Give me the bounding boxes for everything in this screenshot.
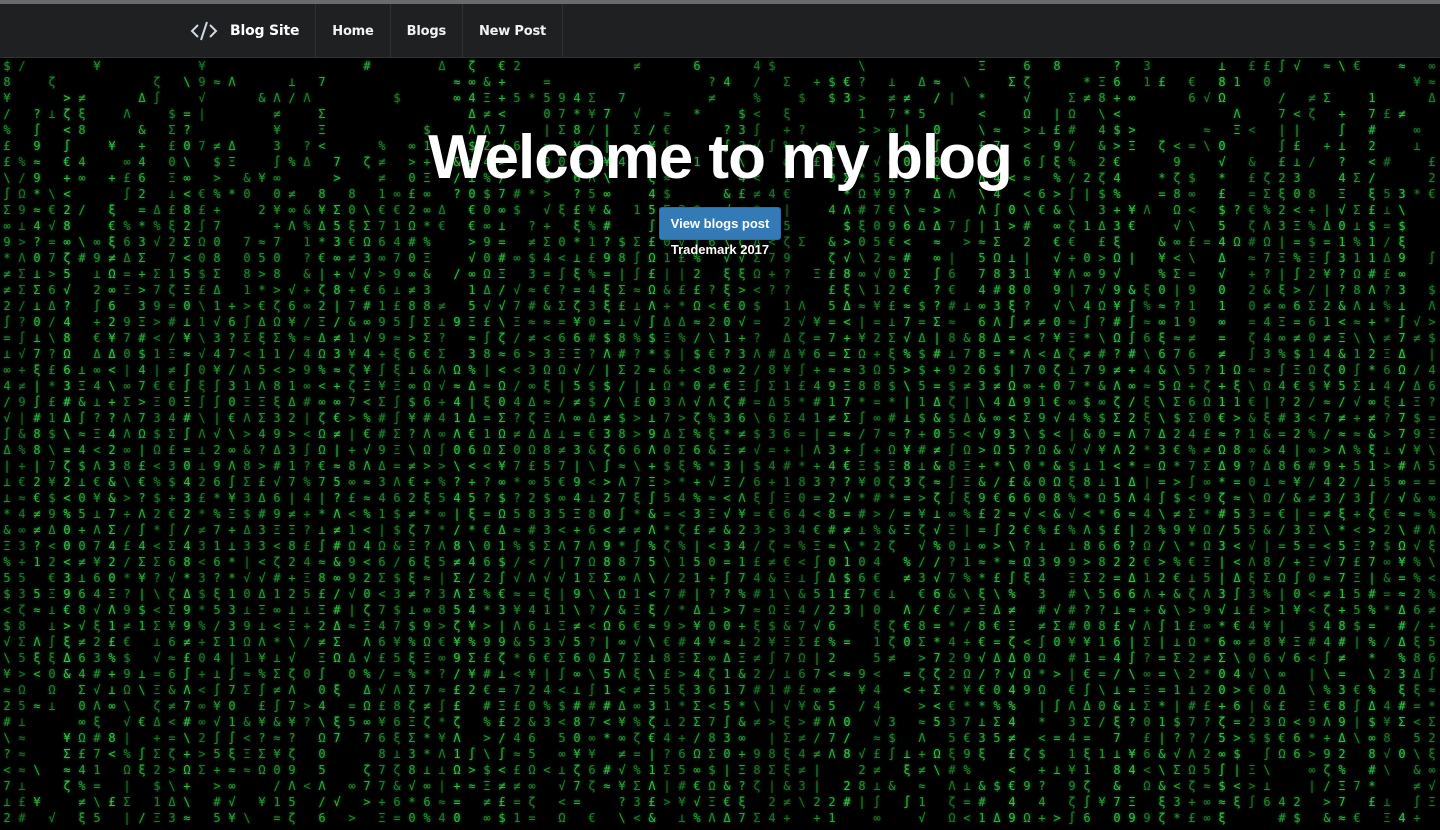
navbar-inner: Blog Site Home Blogs New Post — [176, 4, 564, 58]
navbar: Blog Site Home Blogs New Post — [0, 4, 1440, 58]
nav-link-new-post[interactable]: New Post — [463, 4, 564, 58]
hero-section: $ 8 ¥ / % £ £ \ ∫ Σ ∞ 9 * ≠ ≠ 2 ∫ = ⊥ ∞ … — [0, 58, 1440, 830]
nav-link-home[interactable]: Home — [316, 4, 391, 58]
hero-title: Welcome to my blog — [428, 123, 1013, 192]
view-blogs-button[interactable]: View blogs post — [659, 207, 781, 240]
nav-link-blogs[interactable]: Blogs — [391, 4, 463, 58]
trademark-text: Trademark 2017 — [670, 242, 770, 257]
brand-link[interactable]: Blog Site — [176, 4, 317, 58]
code-icon — [190, 20, 218, 42]
brand-label: Blog Site — [230, 23, 300, 39]
